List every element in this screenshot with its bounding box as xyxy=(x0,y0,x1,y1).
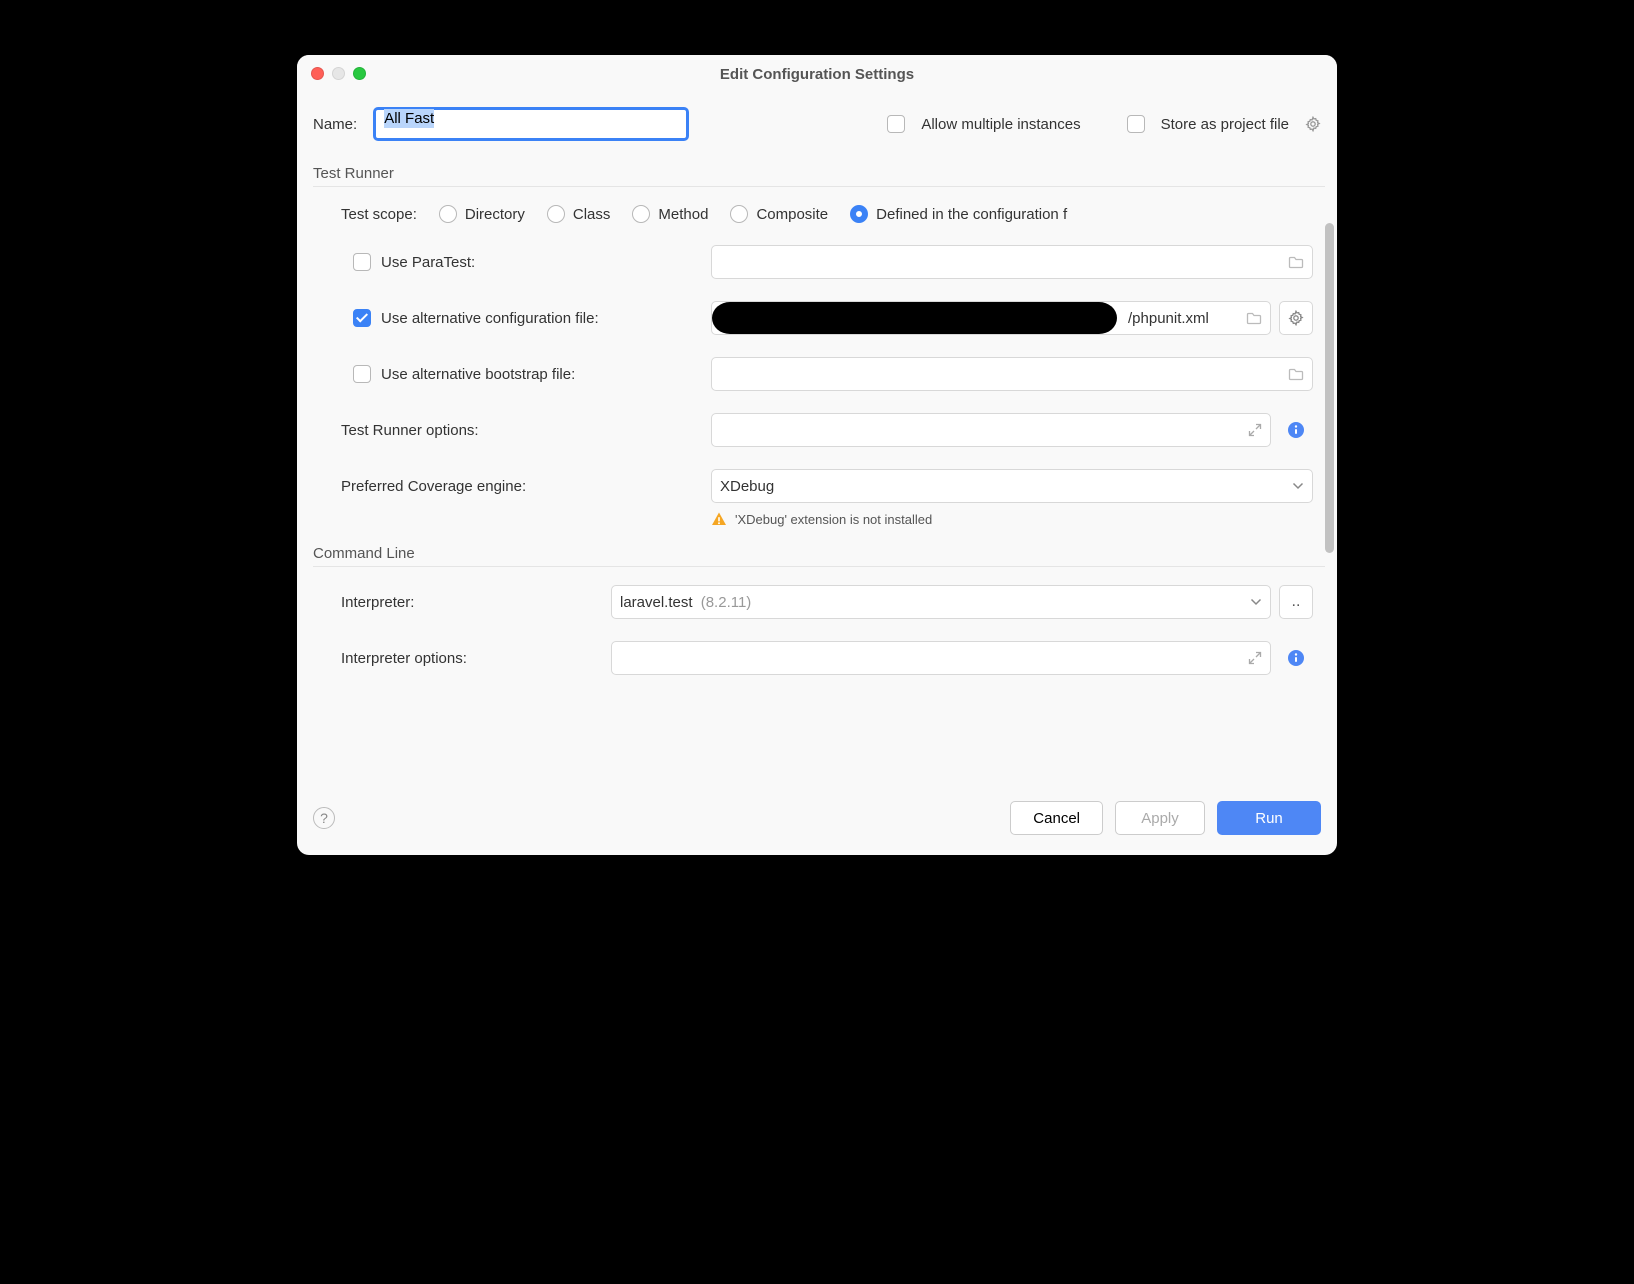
name-input-text: All Fast xyxy=(384,109,434,128)
scope-directory-radio[interactable] xyxy=(439,205,457,223)
gear-icon xyxy=(1288,310,1304,326)
dialog-footer: ? Cancel Apply Run xyxy=(297,793,1337,855)
help-icon: ? xyxy=(320,810,328,826)
warning-icon xyxy=(711,511,727,527)
alt-bootstrap-checkbox[interactable] xyxy=(353,365,371,383)
runner-options-info-button[interactable] xyxy=(1279,413,1313,447)
store-project-label: Store as project file xyxy=(1161,116,1289,133)
cancel-button[interactable]: Cancel xyxy=(1010,801,1103,835)
allow-multiple-checkbox[interactable] xyxy=(887,115,905,133)
browse-label: .. xyxy=(1292,594,1301,610)
runner-options-label: Test Runner options: xyxy=(341,422,479,439)
alt-config-checkbox[interactable] xyxy=(353,309,371,327)
interpreter-value: laravel.test xyxy=(620,594,693,611)
gear-icon[interactable] xyxy=(1305,116,1321,132)
scope-directory-label: Directory xyxy=(465,206,525,223)
name-label: Name: xyxy=(313,116,357,133)
interpreter-options-info-button[interactable] xyxy=(1279,641,1313,675)
coverage-label: Preferred Coverage engine: xyxy=(341,478,526,495)
info-icon xyxy=(1287,421,1305,439)
scope-method-label: Method xyxy=(658,206,708,223)
warning-text: 'XDebug' extension is not installed xyxy=(735,512,932,527)
alt-config-settings-button[interactable] xyxy=(1279,301,1313,335)
traffic-lights xyxy=(311,67,366,80)
scope-defined-radio[interactable] xyxy=(850,205,868,223)
redacted-path xyxy=(712,302,1117,334)
scope-class-radio[interactable] xyxy=(547,205,565,223)
close-window-button[interactable] xyxy=(311,67,324,80)
window-title: Edit Configuration Settings xyxy=(720,66,914,83)
scrollbar-thumb[interactable] xyxy=(1325,223,1334,553)
paratest-label: Use ParaTest: xyxy=(381,254,475,271)
folder-icon xyxy=(1288,367,1304,381)
dialog-content: Name: All Fast Allow multiple instances … xyxy=(297,93,1337,793)
name-input[interactable]: All Fast xyxy=(373,107,689,141)
apply-button[interactable]: Apply xyxy=(1115,801,1205,835)
section-command-line: Command Line xyxy=(313,545,1325,567)
alt-config-path-input[interactable]: /phpunit.xml xyxy=(711,301,1271,335)
zoom-window-button[interactable] xyxy=(353,67,366,80)
alt-bootstrap-label: Use alternative bootstrap file: xyxy=(381,366,575,383)
test-scope-label: Test scope: xyxy=(341,206,417,223)
coverage-select[interactable]: XDebug xyxy=(711,469,1313,503)
paratest-checkbox[interactable] xyxy=(353,253,371,271)
interpreter-version: (8.2.11) xyxy=(701,594,752,611)
interpreter-options-label: Interpreter options: xyxy=(341,650,467,667)
alt-config-label: Use alternative configuration file: xyxy=(381,310,599,327)
coverage-value: XDebug xyxy=(720,478,774,495)
expand-icon[interactable] xyxy=(1248,423,1262,437)
run-button[interactable]: Run xyxy=(1217,801,1321,835)
interpreter-options-input[interactable] xyxy=(611,641,1271,675)
runner-options-input[interactable] xyxy=(711,413,1271,447)
alt-config-value: /phpunit.xml xyxy=(1128,310,1209,327)
scope-defined-label: Defined in the configuration f xyxy=(876,206,1067,223)
interpreter-browse-button[interactable]: .. xyxy=(1279,585,1313,619)
alt-bootstrap-path-input[interactable] xyxy=(711,357,1313,391)
chevron-down-icon xyxy=(1250,598,1262,606)
paratest-path-input[interactable] xyxy=(711,245,1313,279)
scope-composite-label: Composite xyxy=(756,206,828,223)
scope-class-label: Class xyxy=(573,206,611,223)
interpreter-select[interactable]: laravel.test (8.2.11) xyxy=(611,585,1271,619)
folder-icon xyxy=(1288,255,1304,269)
titlebar: Edit Configuration Settings xyxy=(297,55,1337,93)
dialog-window: Edit Configuration Settings Name: All Fa… xyxy=(297,55,1337,855)
scope-composite-radio[interactable] xyxy=(730,205,748,223)
allow-multiple-label: Allow multiple instances xyxy=(921,116,1080,133)
section-test-runner: Test Runner xyxy=(313,165,1325,187)
expand-icon[interactable] xyxy=(1248,651,1262,665)
minimize-window-button[interactable] xyxy=(332,67,345,80)
help-button[interactable]: ? xyxy=(313,807,335,829)
chevron-down-icon xyxy=(1292,482,1304,490)
store-project-checkbox[interactable] xyxy=(1127,115,1145,133)
scope-method-radio[interactable] xyxy=(632,205,650,223)
interpreter-label: Interpreter: xyxy=(341,594,414,611)
folder-icon[interactable] xyxy=(1246,311,1262,325)
info-icon xyxy=(1287,649,1305,667)
